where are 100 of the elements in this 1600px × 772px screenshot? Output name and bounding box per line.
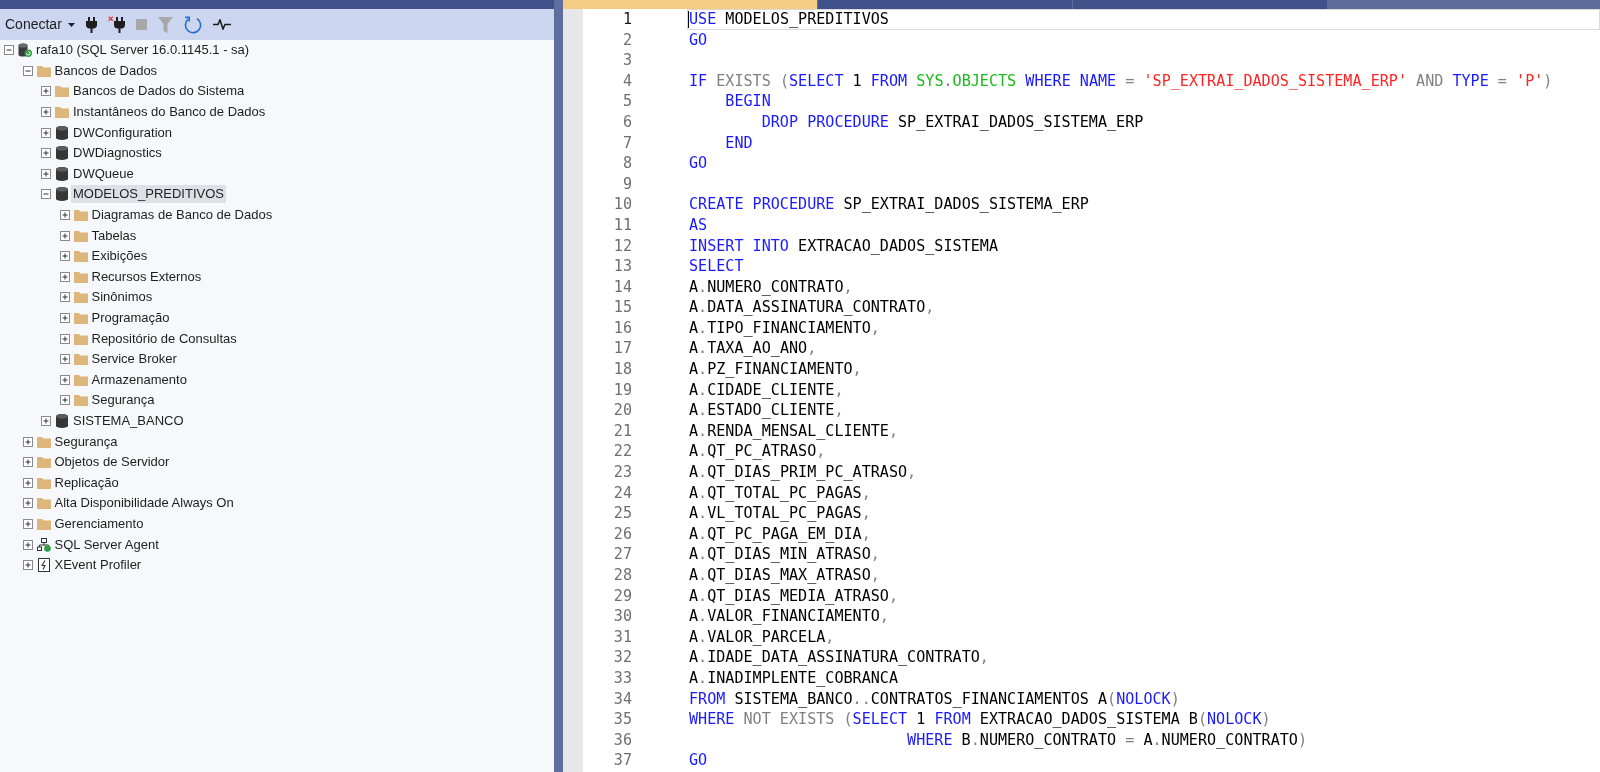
- line-number: 11: [612, 214, 632, 236]
- code-line: AS: [689, 215, 708, 234]
- expand-icon[interactable]: [59, 230, 70, 241]
- tree-item[interactable]: XEvent Profiler: [52, 556, 144, 575]
- tree-item[interactable]: Diagramas de Banco de Dados: [89, 206, 275, 225]
- expand-icon[interactable]: [22, 436, 33, 447]
- expand-icon[interactable]: [59, 210, 70, 221]
- plug-icon[interactable]: [85, 16, 97, 33]
- database-icon: [56, 125, 68, 140]
- line-number: 30: [612, 606, 632, 628]
- expand-icon[interactable]: [22, 539, 33, 550]
- expand-icon[interactable]: [22, 560, 33, 571]
- tree-item[interactable]: Service Broker: [89, 350, 179, 369]
- folder-icon: [36, 435, 51, 448]
- refresh-icon[interactable]: [183, 15, 202, 34]
- code-line: A.INADIMPLENTE_COBRANCA: [689, 669, 899, 687]
- tree-item[interactable]: Exibições: [89, 247, 150, 266]
- code-line: GO: [689, 154, 708, 173]
- collapse-icon[interactable]: [4, 45, 14, 56]
- expand-icon[interactable]: [22, 518, 33, 529]
- expand-icon[interactable]: [59, 271, 70, 282]
- code-line: A.QT_TOTAL_PC_PAGAS,: [689, 483, 871, 502]
- folder-icon: [73, 312, 88, 324]
- tree-item[interactable]: Armazenamento: [89, 370, 189, 389]
- expand-icon[interactable]: [59, 374, 70, 385]
- line-number: 24: [612, 482, 632, 504]
- tree-item[interactable]: Bancos de Dados: [52, 61, 160, 80]
- code-line: CREATE PROCEDURE SP_EXTRAI_DADOS_SISTEMA_ERP: [689, 195, 1089, 214]
- tree-item[interactable]: Segurança: [89, 391, 157, 410]
- line-number: 17: [612, 338, 632, 360]
- network-icon: [36, 537, 51, 552]
- expand-icon[interactable]: [41, 127, 51, 138]
- database-server-icon: [18, 43, 32, 58]
- expand-icon[interactable]: [59, 251, 70, 262]
- line-number: 6: [621, 111, 632, 133]
- collapse-icon[interactable]: [22, 65, 33, 76]
- code-line: A.QT_DIAS_MIN_ATRASO,: [689, 545, 880, 564]
- expand-icon[interactable]: [59, 354, 70, 365]
- code-line: A.IDADE_DATA_ASSINATURA_CONTRATO,: [689, 648, 989, 667]
- expand-icon[interactable]: [41, 107, 51, 118]
- expand-icon[interactable]: [41, 148, 51, 159]
- tree-item[interactable]: MODELOS_PREDITIVOS: [71, 185, 226, 204]
- tree-item[interactable]: DWDiagnostics: [71, 144, 164, 163]
- tree-item[interactable]: SISTEMA_BANCO: [71, 412, 186, 430]
- tree-item[interactable]: Segurança: [52, 432, 120, 451]
- collapse-icon[interactable]: [41, 189, 51, 200]
- database-icon: [56, 146, 68, 161]
- pulse-line-icon[interactable]: [212, 19, 231, 30]
- tree-item[interactable]: Tabelas: [89, 226, 139, 245]
- code-line: A.QT_DIAS_MEDIA_ATRASO,: [689, 586, 899, 605]
- database-icon: [56, 166, 68, 181]
- line-number: 8: [621, 153, 632, 175]
- tree-item[interactable]: DWConfiguration: [71, 123, 174, 142]
- code-line: WHERE B.NUMERO_CONTRATO = A.NUMERO_CONTRATO): [906, 730, 1307, 749]
- tree-item[interactable]: rafa10 (SQL Server 16.0.1145.1 - sa): [34, 41, 252, 60]
- expand-icon[interactable]: [22, 457, 33, 468]
- connect-dropdown-button[interactable]: Conectar: [5, 14, 75, 35]
- tree-item[interactable]: DWQueue: [71, 164, 136, 183]
- expand-icon[interactable]: [22, 477, 33, 488]
- expand-icon[interactable]: [59, 313, 70, 323]
- tree-item[interactable]: Repositório de Consultas: [89, 329, 239, 348]
- code-line: A.ESTADO_CLIENTE,: [689, 401, 844, 420]
- database-icon: [56, 414, 68, 428]
- line-number: 37: [612, 750, 632, 772]
- text-cursor: [688, 10, 689, 28]
- line-number: 15: [612, 297, 632, 319]
- line-number: 7: [621, 132, 632, 154]
- expand-icon[interactable]: [41, 168, 51, 179]
- tree-item[interactable]: Bancos de Dados do Sistema: [71, 82, 247, 101]
- code-line: A.QT_DIAS_MAX_ATRASO,: [689, 566, 880, 584]
- expand-icon[interactable]: [22, 498, 33, 509]
- folder-icon: [36, 64, 51, 77]
- line-number: 22: [612, 441, 632, 463]
- expand-icon[interactable]: [41, 416, 51, 426]
- tree-item[interactable]: Replicação: [52, 473, 121, 492]
- tree-item[interactable]: Sinônimos: [89, 288, 155, 307]
- line-number: 3: [621, 50, 632, 72]
- line-number: 14: [612, 276, 632, 298]
- disconnect-plug-icon[interactable]: [107, 16, 125, 33]
- tree-item[interactable]: Programação: [89, 309, 172, 327]
- expand-icon[interactable]: [59, 333, 70, 344]
- folder-icon: [73, 209, 88, 222]
- tree-item[interactable]: SQL Server Agent: [52, 535, 161, 554]
- line-number: 31: [612, 626, 632, 648]
- expand-icon[interactable]: [59, 395, 70, 406]
- tree-item[interactable]: Recursos Externos: [89, 267, 204, 286]
- line-number: 13: [612, 256, 632, 278]
- expand-icon[interactable]: [59, 292, 70, 303]
- code-line: DROP PROCEDURE SP_EXTRAI_DADOS_SISTEMA_ERP: [760, 112, 1144, 131]
- code-line: A.VALOR_FINANCIAMENTO,: [689, 607, 889, 626]
- tree-item[interactable]: Gerenciamento: [52, 514, 146, 533]
- code-line: A.TIPO_FINANCIAMENTO,: [689, 318, 880, 337]
- code-line: WHERE NOT EXISTS (SELECT 1 FROM EXTRACAO_DADOS_SISTEMA B(NOLOCK): [689, 710, 1271, 729]
- tree-item[interactable]: Alta Disponibilidade Always On: [52, 494, 236, 513]
- expand-icon[interactable]: [41, 86, 51, 97]
- folder-icon: [55, 106, 69, 119]
- folder-icon: [73, 270, 88, 283]
- tree-item[interactable]: Objetos de Servidor: [52, 453, 172, 472]
- tree-item[interactable]: Instantâneos do Banco de Dados: [71, 103, 268, 122]
- code-line: INSERT INTO EXTRACAO_DADOS_SISTEMA: [689, 236, 998, 255]
